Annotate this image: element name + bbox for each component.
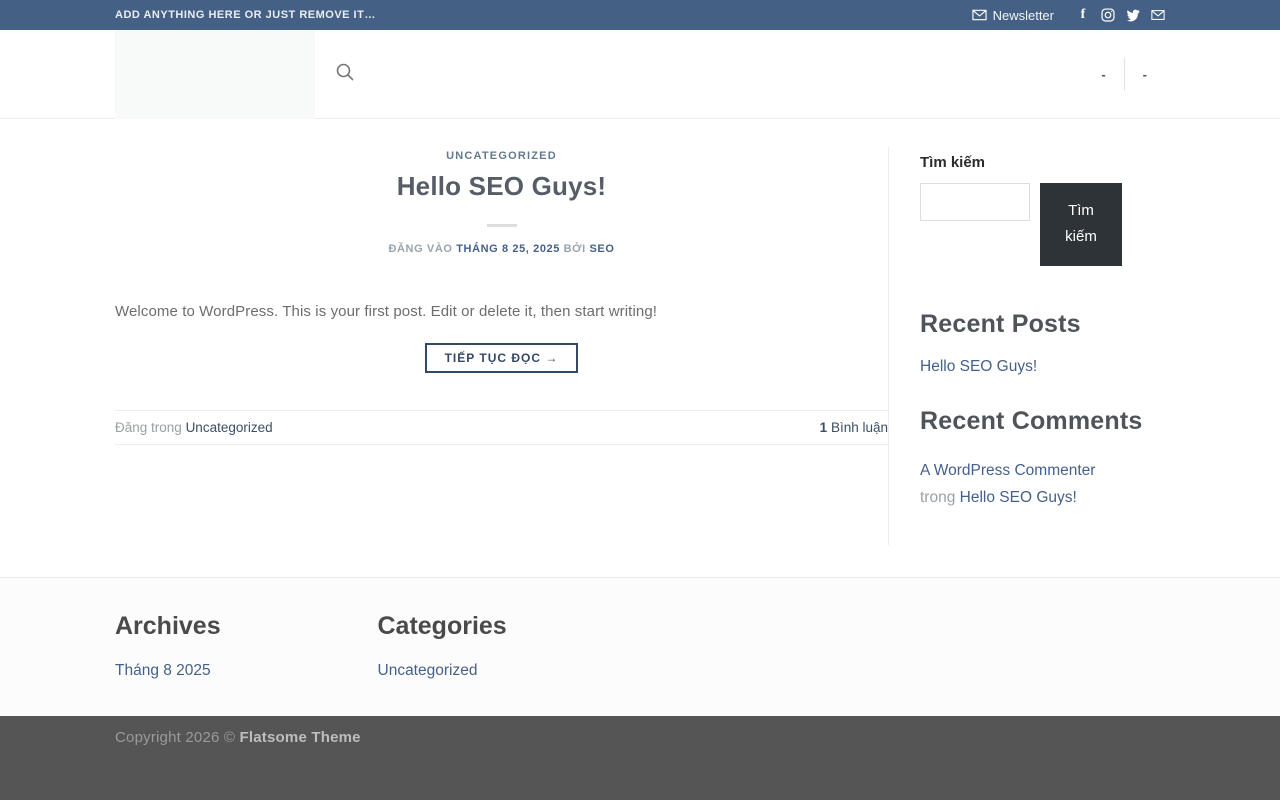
archive-link[interactable]: Tháng 8 2025 (115, 662, 211, 679)
posted-in-category-link[interactable]: Uncategorized (186, 420, 273, 435)
post-category-link[interactable]: UNCATEGORIZED (115, 150, 888, 162)
recent-post-link[interactable]: Hello SEO Guys! (920, 358, 1037, 375)
categories-title: Categories (377, 612, 507, 640)
twitter-icon[interactable] (1126, 8, 1140, 22)
sidebar-search-label: Tìm kiếm (920, 154, 986, 171)
archives-title: Archives (115, 612, 221, 640)
comments-link[interactable]: 1 Bình luận (820, 420, 888, 435)
posted-in-label: Đăng trong (115, 420, 182, 436)
instagram-icon[interactable] (1101, 8, 1115, 22)
recent-comment-item: A WordPress Commenter trong Hello SEO Gu… (920, 457, 1165, 511)
newsletter-envelope-icon (971, 9, 987, 21)
post-excerpt: Welcome to WordPress. This is your first… (115, 303, 658, 320)
categories-widget: Categories Uncategorized (378, 612, 641, 680)
footer-widgets: Archives Tháng 8 2025 Categories Uncateg… (0, 577, 1280, 716)
search-toggle-button[interactable] (335, 62, 355, 87)
post-meta: ĐĂNG VÀO THÁNG 8 25, 2025 BỞI SEO (115, 243, 888, 255)
sidebar-search-button[interactable]: Tìm kiếm (1040, 183, 1122, 266)
email-icon[interactable] (1151, 8, 1165, 22)
posted-in: Đăng trong Uncategorized (115, 420, 273, 435)
post-author-link[interactable]: SEO (589, 243, 614, 255)
comment-in-label: trong (920, 488, 956, 506)
site-logo[interactable] (115, 30, 315, 119)
newsletter-link[interactable]: Newsletter (971, 7, 1054, 23)
posted-on-label: ĐĂNG VÀO (388, 243, 453, 255)
comment-post-link[interactable]: Hello SEO Guys! (960, 489, 1077, 506)
recent-posts-widget: Recent Posts Hello SEO Guys! (920, 310, 1165, 376)
recent-comments-title: Recent Comments (920, 406, 1143, 435)
by-label: BỞI (563, 243, 586, 255)
read-more-button[interactable]: TIẾP TỤC ĐỌC → (424, 343, 579, 374)
archives-widget: Archives Tháng 8 2025 (115, 612, 378, 680)
copyright-text: Copyright 2026 © Flatsome Theme (115, 729, 1165, 746)
menu-item-1[interactable]: - (1083, 67, 1123, 82)
comments-label: Bình luận (830, 420, 888, 436)
recent-comments-widget: Recent Comments A WordPress Commenter tr… (920, 407, 1165, 511)
main-content: UNCATEGORIZED Hello SEO Guys! ĐĂNG VÀO T… (0, 119, 1280, 577)
menu-item-2[interactable]: - (1125, 67, 1165, 82)
list-item: Hello SEO Guys! (920, 358, 1165, 376)
list-item: Uncategorized (378, 662, 641, 680)
header-menu: - - (1083, 30, 1165, 119)
post-date-link[interactable]: THÁNG 8 25, 2025 (456, 243, 560, 255)
sidebar-search-input[interactable] (920, 183, 1030, 221)
category-link[interactable]: Uncategorized (378, 662, 478, 679)
site-header: - - (0, 30, 1280, 119)
recent-posts-title: Recent Posts (920, 309, 1081, 338)
post-article: UNCATEGORIZED Hello SEO Guys! ĐĂNG VÀO T… (115, 119, 888, 446)
social-icons: f (1076, 8, 1165, 22)
comments-count: 1 (819, 420, 828, 436)
search-icon (335, 62, 355, 87)
theme-brand: Flatsome Theme (239, 729, 361, 746)
list-item: Tháng 8 2025 (115, 662, 378, 680)
facebook-icon[interactable]: f (1076, 8, 1090, 22)
entry-footer: Đăng trong Uncategorized 1 Bình luận (115, 410, 888, 446)
top-bar: ADD ANYTHING HERE OR JUST REMOVE IT… New… (0, 0, 1280, 30)
copyright-prefix: Copyright 2026 © (115, 729, 240, 746)
sidebar: Tìm kiếm Tìm kiếm Recent Posts Hello SEO… (888, 147, 1165, 545)
post-title: Hello SEO Guys! (396, 171, 607, 201)
title-divider (486, 224, 517, 227)
topbar-message: ADD ANYTHING HERE OR JUST REMOVE IT… (115, 9, 376, 21)
newsletter-label: Newsletter (992, 7, 1054, 23)
comment-author-link[interactable]: A WordPress Commenter (920, 462, 1095, 479)
copyright-bar: Copyright 2026 © Flatsome Theme (0, 716, 1280, 800)
